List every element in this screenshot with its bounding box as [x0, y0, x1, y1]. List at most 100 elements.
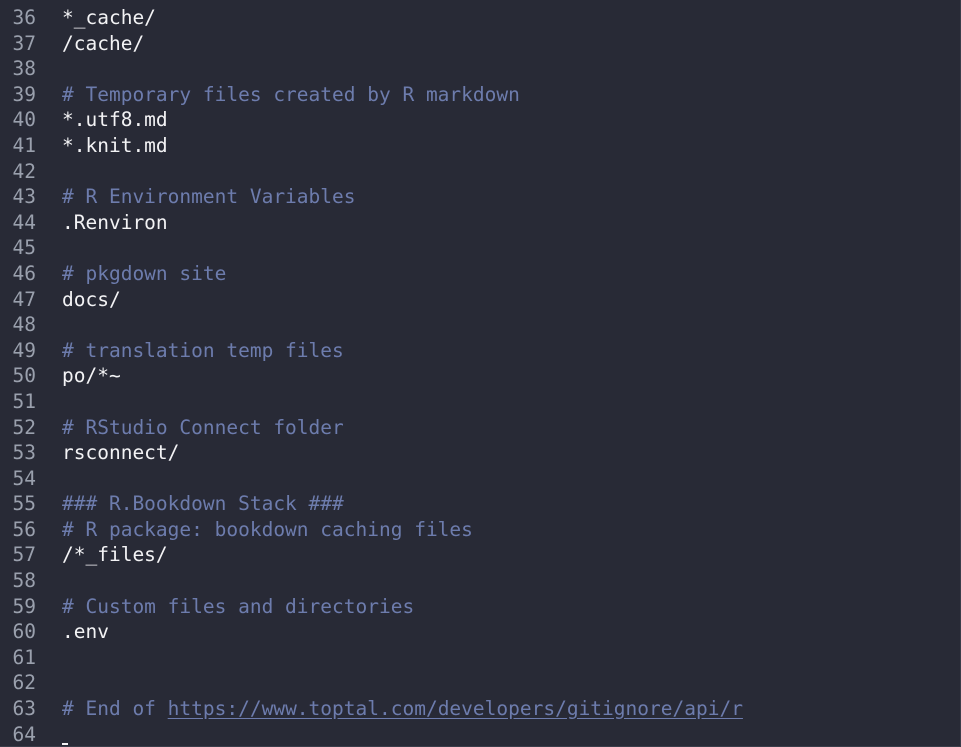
pattern-text: *_cache/ — [62, 6, 156, 29]
code-line[interactable]: 47 docs/ — [0, 287, 960, 313]
pattern-text: *.utf8.md — [62, 108, 168, 132]
code-line[interactable]: 61 — [0, 645, 960, 671]
code-line[interactable]: 59 # Custom files and directories — [0, 594, 960, 620]
code-line[interactable]: 42 — [0, 159, 960, 185]
code-line[interactable]: 52 # RStudio Connect folder — [0, 415, 960, 441]
code-line[interactable]: 48 — [0, 312, 960, 338]
line-number: 37 — [12, 31, 36, 55]
line-number: 38 — [12, 57, 36, 81]
code-line[interactable]: 57 /*_files/ — [0, 542, 960, 568]
line-content — [36, 670, 960, 696]
line-number: 42 — [12, 159, 36, 183]
line-content: ### R.Bookdown Stack ### — [36, 491, 960, 517]
gitignore-api-link[interactable]: https://www.toptal.com/developers/gitign… — [168, 697, 743, 720]
line-content — [36, 568, 960, 594]
line-number: 55 — [12, 492, 36, 516]
line-number: 47 — [12, 287, 36, 311]
pattern-text: .env — [62, 620, 109, 644]
code-line[interactable]: 55 ### R.Bookdown Stack ### — [0, 491, 960, 517]
line-number: 50 — [12, 364, 36, 388]
comment-text: # RStudio Connect folder — [62, 415, 344, 439]
line-number: 44 — [12, 210, 36, 234]
pattern-text: .Renviron — [62, 210, 168, 234]
line-number: 64 — [12, 722, 36, 746]
line-number: 63 — [12, 697, 36, 721]
line-content: # translation temp files — [36, 338, 960, 364]
line-number: 53 — [12, 441, 36, 465]
line-number: 57 — [12, 543, 36, 567]
pattern-text: docs/ — [62, 287, 121, 311]
code-editor[interactable]: 36 *_cache/37/cache/38 39 # Temporary files… — [0, 0, 961, 747]
code-line[interactable]: 38 — [0, 56, 960, 82]
line-number: 39 — [12, 82, 36, 106]
line-content: # RStudio Connect folder — [36, 415, 960, 441]
comment-text: # R Environment Variables — [62, 185, 356, 209]
comment-text: # End of — [62, 697, 168, 721]
line-content: po/*~ — [36, 363, 960, 389]
code-line[interactable]: 39 # Temporary files created by R markdow… — [0, 82, 960, 108]
line-content — [36, 312, 960, 338]
line-number: 61 — [12, 645, 36, 669]
line-content: # R Environment Variables — [36, 184, 960, 210]
line-number: 48 — [12, 313, 36, 337]
line-content — [36, 56, 960, 82]
line-number: 59 — [12, 594, 36, 618]
pattern-text: po/*~ — [62, 364, 121, 388]
code-line[interactable]: 60 .env — [0, 619, 960, 645]
line-number: 45 — [12, 236, 36, 260]
pattern-text: /*_files/ — [62, 543, 168, 567]
code-line[interactable]: 45 — [0, 235, 960, 261]
line-content: rsconnect/ — [36, 440, 960, 466]
line-content: .env — [36, 619, 960, 645]
line-number: 58 — [12, 569, 36, 593]
code-line[interactable]: 58 — [0, 568, 960, 594]
comment-text: ### R.Bookdown Stack ### — [62, 492, 344, 516]
code-line[interactable]: 37/cache/ — [0, 31, 960, 57]
line-number: 36 — [12, 6, 36, 29]
line-content: # End of https://www.toptal.com/develope… — [36, 696, 960, 722]
line-number: 49 — [12, 338, 36, 362]
line-content: # Custom files and directories — [36, 594, 960, 620]
line-content — [36, 645, 960, 671]
code-line[interactable]: 36 *_cache/ — [0, 5, 960, 31]
line-number: 40 — [12, 108, 36, 132]
code-line[interactable]: 64 — [0, 722, 960, 746]
comment-text: # pkgdown site — [62, 261, 227, 285]
line-content — [36, 389, 960, 415]
line-content: .Renviron — [36, 210, 960, 236]
code-line[interactable]: 62 — [0, 670, 960, 696]
line-number: 56 — [12, 517, 36, 541]
line-number: 43 — [12, 185, 36, 209]
line-content — [36, 159, 960, 185]
code-line[interactable]: 44 .Renviron — [0, 210, 960, 236]
line-number: 60 — [12, 620, 36, 644]
comment-text: # R package: bookdown caching files — [62, 517, 473, 541]
line-content: # Temporary files created by R markdown — [36, 82, 960, 108]
text-cursor — [62, 743, 68, 745]
code-line[interactable]: 43 # R Environment Variables — [0, 184, 960, 210]
line-content: # R package: bookdown caching files — [36, 517, 960, 543]
line-number: 52 — [12, 415, 36, 439]
code-line[interactable]: 56 # R package: bookdown caching files — [0, 517, 960, 543]
line-number: 51 — [12, 389, 36, 413]
line-content: docs/ — [36, 287, 960, 313]
comment-text: # translation temp files — [62, 338, 344, 362]
code-line[interactable]: 54 — [0, 466, 960, 492]
line-content: /cache/ — [36, 31, 960, 57]
code-line[interactable]: 63 # End of https://www.toptal.com/develo… — [0, 696, 960, 722]
code-line[interactable]: 46 # pkgdown site — [0, 261, 960, 287]
pattern-text: rsconnect/ — [62, 441, 180, 465]
code-line[interactable]: 41 *.knit.md — [0, 133, 960, 159]
line-content: *.utf8.md — [36, 107, 960, 133]
code-line[interactable]: 53 rsconnect/ — [0, 440, 960, 466]
code-line[interactable]: 50 po/*~ — [0, 363, 960, 389]
line-content: # pkgdown site — [36, 261, 960, 287]
line-content: /*_files/ — [36, 542, 960, 568]
line-number: 41 — [12, 133, 36, 157]
line-content — [36, 466, 960, 492]
code-lines: 36 *_cache/37/cache/38 39 # Temporary files… — [0, 5, 960, 746]
line-content — [36, 235, 960, 261]
code-line[interactable]: 40 *.utf8.md — [0, 107, 960, 133]
code-line[interactable]: 51 — [0, 389, 960, 415]
code-line[interactable]: 49 # translation temp files — [0, 338, 960, 364]
